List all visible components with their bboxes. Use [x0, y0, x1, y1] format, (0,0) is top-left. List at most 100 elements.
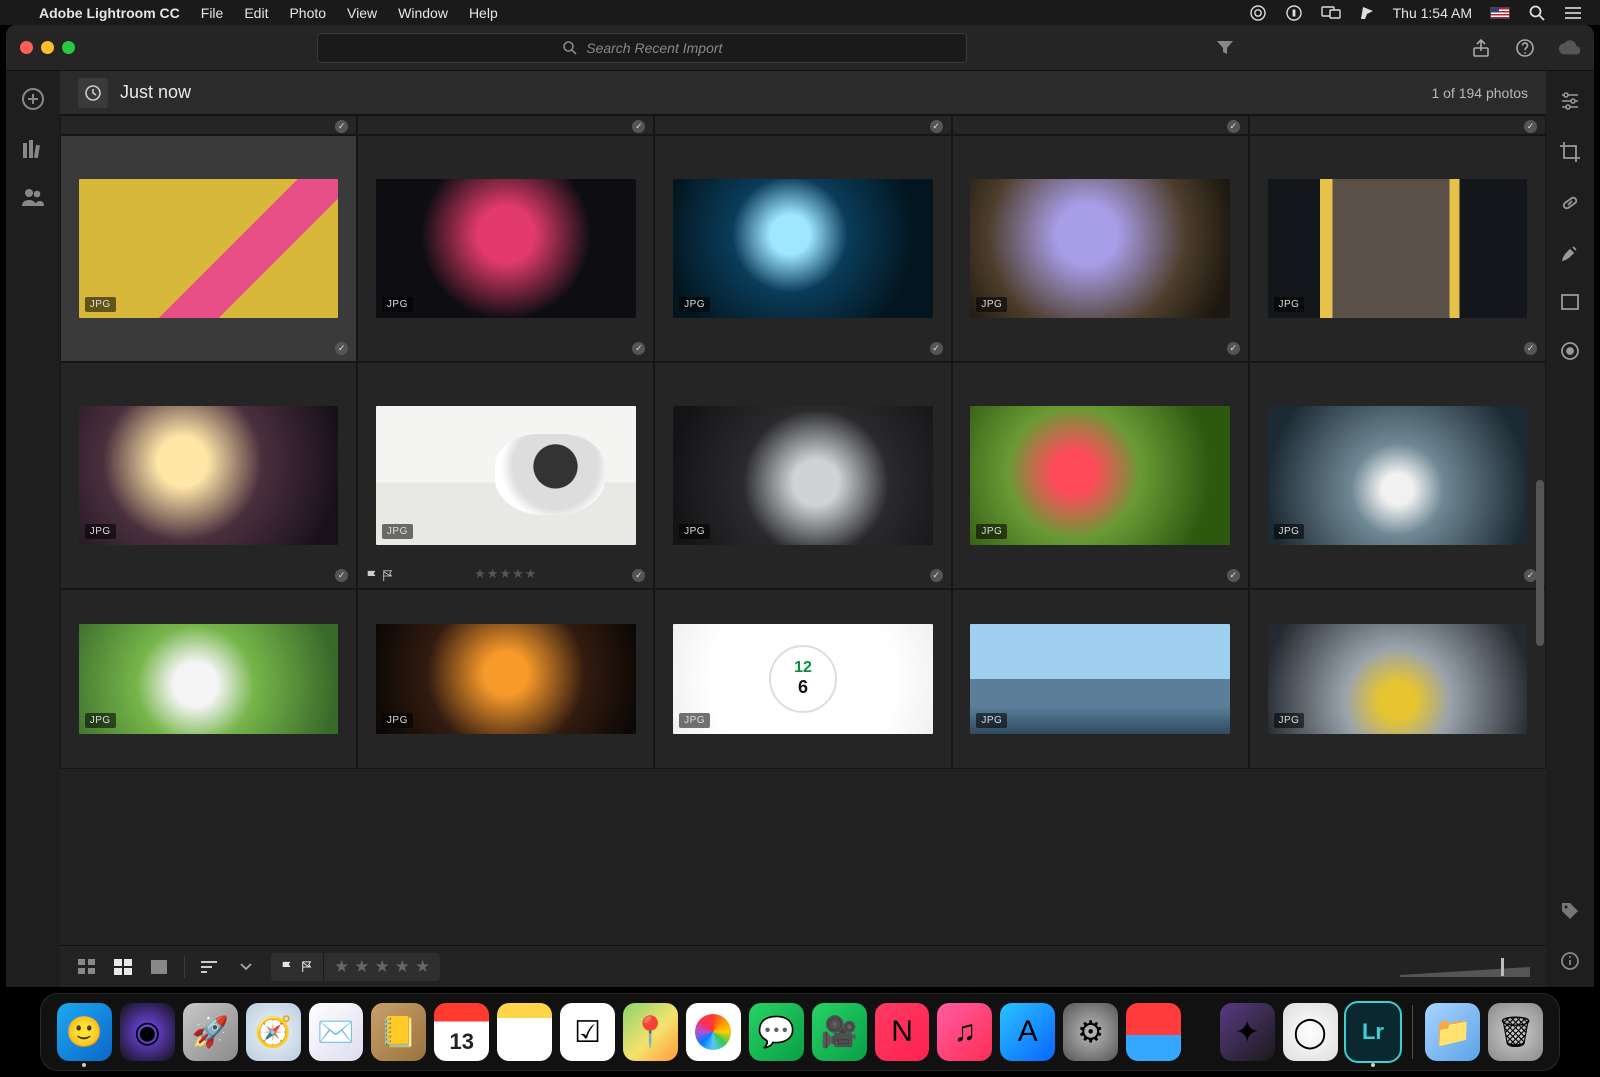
photo-cell[interactable]: JPG — [1249, 362, 1546, 589]
help-button[interactable] — [1514, 37, 1536, 59]
dock-news-icon[interactable]: N — [875, 1003, 930, 1061]
photo-thumbnail[interactable]: JPG — [376, 406, 636, 546]
input-source-flag-icon[interactable] — [1490, 7, 1510, 19]
star-2[interactable]: ★ — [354, 957, 369, 977]
sharing-button[interactable] — [21, 187, 45, 207]
dock-1password-icon[interactable]: ◯ — [1283, 1003, 1338, 1061]
photo-thumbnail[interactable]: JPG — [376, 179, 636, 319]
dock-settings-icon[interactable]: ⚙︎ — [1063, 1003, 1118, 1061]
menu-window[interactable]: Window — [398, 5, 448, 21]
menu-file[interactable]: File — [201, 5, 224, 21]
photo-cell[interactable]: JPG — [1249, 135, 1546, 362]
healing-button[interactable] — [1560, 193, 1580, 213]
star-4[interactable]: ★ — [395, 957, 410, 977]
menu-photo[interactable]: Photo — [289, 5, 326, 21]
dock-facetime-icon[interactable]: 🎥 — [812, 1003, 867, 1061]
control-center-icon[interactable] — [1564, 6, 1582, 20]
photo-thumbnail[interactable]: JPG — [970, 179, 1230, 319]
dock-safari-icon[interactable]: 🧭 — [246, 1003, 301, 1061]
dock-finder-icon[interactable]: 🙂 — [57, 1003, 112, 1061]
linear-gradient-button[interactable] — [1560, 293, 1580, 311]
share-button[interactable] — [1470, 37, 1492, 59]
dock-maps-icon[interactable]: 📍 — [623, 1003, 678, 1061]
rating-segment[interactable]: ★ ★ ★ ★ ★ — [324, 953, 440, 981]
dock-calendar-icon[interactable]: 13 — [434, 1003, 489, 1061]
photo-thumbnail[interactable]: JPG — [1268, 179, 1528, 319]
photo-cell[interactable]: 126JPG — [654, 589, 951, 769]
photo-cell-cut[interactable] — [60, 115, 357, 135]
star-3[interactable]: ★ — [375, 957, 390, 977]
dock-trash-icon[interactable]: 🗑 — [1488, 1003, 1543, 1061]
photo-cell-cut[interactable] — [357, 115, 654, 135]
photo-cell[interactable]: JPG — [357, 135, 654, 362]
add-photos-button[interactable] — [21, 87, 45, 111]
radial-gradient-button[interactable] — [1560, 341, 1580, 361]
scrollbar-thumb[interactable] — [1536, 480, 1544, 646]
dock-folder-icon[interactable]: 📁 — [1425, 1003, 1480, 1061]
photo-cell[interactable]: JPG — [60, 362, 357, 589]
edit-panel-button[interactable] — [1559, 91, 1581, 111]
detail-view-button[interactable] — [148, 958, 170, 976]
dock-messages-icon[interactable]: 💬 — [749, 1003, 804, 1061]
brush-button[interactable] — [1560, 243, 1580, 263]
photo-thumbnail[interactable]: JPG — [79, 624, 339, 734]
menubar-clock[interactable]: Thu 1:54 AM — [1393, 5, 1472, 21]
photo-cell-cut[interactable] — [952, 115, 1249, 135]
dock-notes-icon[interactable] — [497, 1003, 552, 1061]
dock-photos-icon[interactable] — [686, 1003, 741, 1061]
star-1[interactable]: ★ — [334, 957, 349, 977]
sync-status-icon[interactable] — [1285, 4, 1303, 22]
grid-scrollbar[interactable] — [1536, 115, 1544, 945]
photo-thumbnail[interactable]: JPG — [1268, 406, 1528, 546]
photo-thumbnail[interactable]: JPG — [970, 624, 1230, 734]
sort-button[interactable] — [199, 958, 221, 976]
crop-button[interactable] — [1559, 141, 1581, 163]
dock-music-icon[interactable]: ♫ — [937, 1003, 992, 1061]
photo-thumbnail[interactable]: JPG — [970, 406, 1230, 546]
grid-square-view-button[interactable] — [76, 958, 98, 976]
photo-cell[interactable]: JPG — [952, 362, 1249, 589]
app-name[interactable]: Adobe Lightroom CC — [39, 5, 180, 21]
photo-thumbnail[interactable]: JPG — [79, 179, 339, 319]
info-button[interactable] — [1560, 951, 1580, 987]
photo-thumbnail[interactable]: JPG — [1268, 624, 1528, 734]
my-photos-button[interactable] — [22, 139, 44, 159]
photo-thumbnail[interactable]: JPG — [673, 406, 933, 546]
dock-siri-icon[interactable]: ◉ — [120, 1003, 175, 1061]
menu-help[interactable]: Help — [469, 5, 498, 21]
keywords-button[interactable] — [1560, 901, 1580, 921]
notification-icon[interactable] — [1359, 5, 1375, 21]
filter-button[interactable] — [1214, 37, 1236, 59]
dock-launchpad-icon[interactable]: 🚀 — [183, 1003, 238, 1061]
star-5[interactable]: ★ — [415, 957, 430, 977]
sort-dropdown[interactable] — [235, 958, 257, 976]
photo-cell[interactable]: JPG — [952, 589, 1249, 769]
dock-appstore-icon[interactable]: A — [1000, 1003, 1055, 1061]
cc-status-icon[interactable] — [1249, 4, 1267, 22]
photo-cell[interactable]: JPG — [60, 135, 357, 362]
photo-cell[interactable]: JPG — [654, 362, 951, 589]
dock-imovie-icon[interactable]: ✦ — [1220, 1003, 1275, 1061]
photo-cell[interactable]: JPG — [654, 135, 951, 362]
dock-mail-icon[interactable]: ✉️ — [309, 1003, 364, 1061]
photo-thumbnail[interactable]: 126JPG — [673, 624, 933, 734]
photo-cell-cut[interactable] — [654, 115, 951, 135]
dock-magnet-icon[interactable] — [1126, 1003, 1181, 1061]
flag-segment[interactable] — [271, 953, 323, 981]
close-window-button[interactable] — [20, 41, 33, 54]
slider-handle[interactable] — [1501, 958, 1504, 976]
search-input[interactable]: Search Recent Import — [317, 33, 967, 63]
photo-cell[interactable]: JPG — [357, 589, 654, 769]
photo-thumbnail[interactable]: JPG — [673, 179, 933, 319]
grid-photo-view-button[interactable] — [112, 958, 134, 976]
spotlight-icon[interactable] — [1528, 4, 1546, 22]
dock-contacts-icon[interactable]: 📒 — [371, 1003, 426, 1061]
zoom-window-button[interactable] — [62, 41, 75, 54]
photo-cell[interactable]: JPG — [60, 589, 357, 769]
photo-cell[interactable]: JPG★★★★★ — [357, 362, 654, 589]
displays-icon[interactable] — [1321, 5, 1341, 21]
thumbnail-size-slider[interactable] — [1400, 965, 1530, 969]
minimize-window-button[interactable] — [41, 41, 54, 54]
photo-cell[interactable]: JPG — [952, 135, 1249, 362]
menu-edit[interactable]: Edit — [244, 5, 268, 21]
